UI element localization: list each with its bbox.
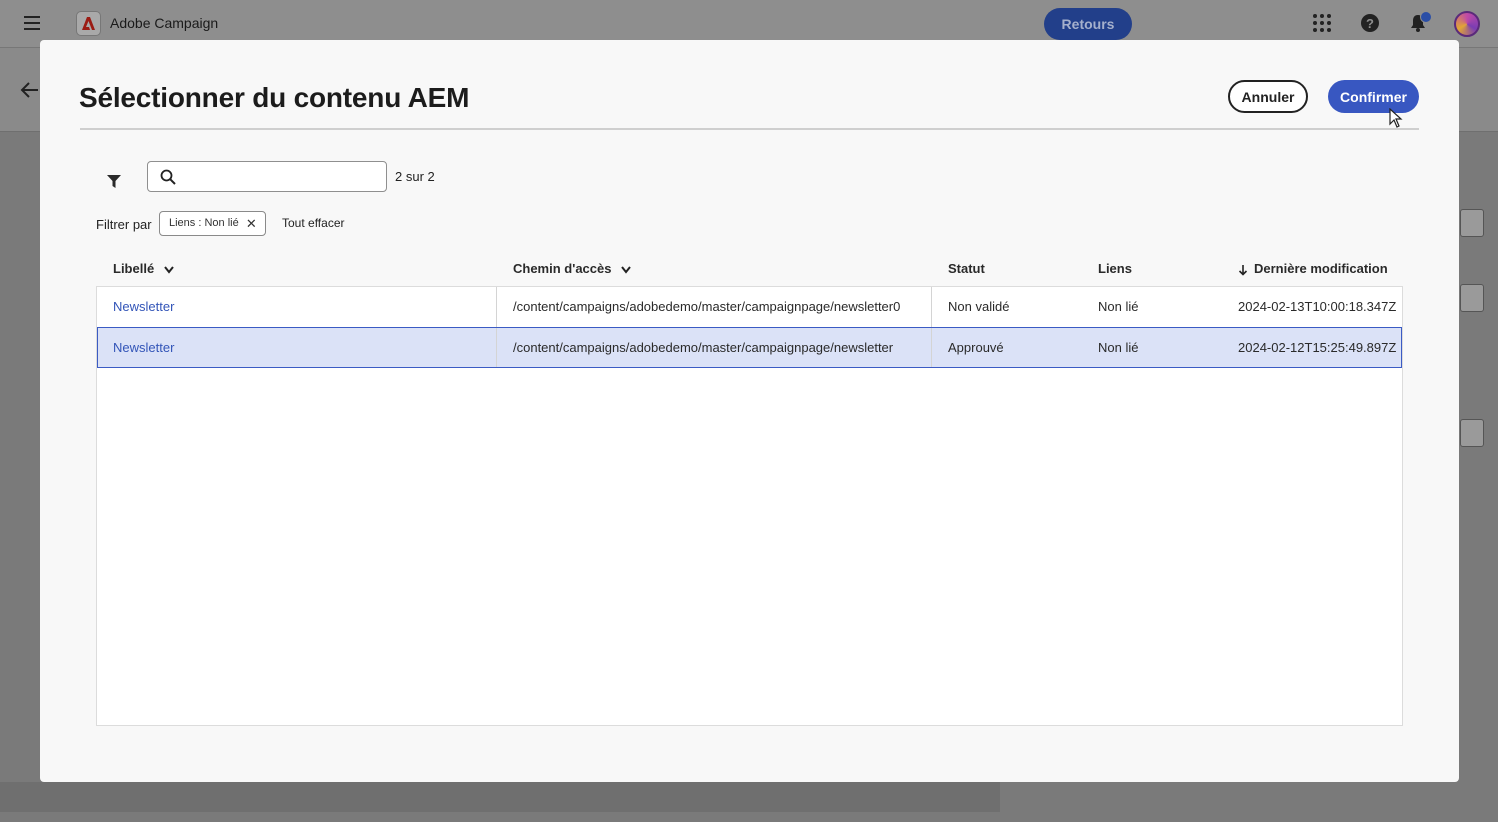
cell-status: Non validé: [948, 299, 1010, 314]
background-panel: [0, 782, 1000, 812]
header-divider: [80, 128, 1419, 130]
notification-badge: [1420, 11, 1432, 23]
column-divider: [931, 287, 932, 327]
contact-card-icon: [1460, 209, 1484, 237]
column-header-links: Liens: [1098, 261, 1132, 276]
cell-status: Approuvé: [948, 340, 1004, 355]
cell-modified: 2024-02-13T10:00:18.347Z: [1238, 299, 1397, 314]
dialog-title: Sélectionner du contenu AEM: [79, 82, 470, 113]
table-header: Libellé Chemin d'accès Statut Liens Dern…: [96, 254, 1403, 286]
back-arrow-icon[interactable]: [20, 81, 40, 104]
cell-path: /content/campaigns/adobedemo/master/camp…: [513, 340, 894, 355]
cell-modified: 2024-02-12T15:25:49.897Z: [1238, 340, 1397, 355]
sort-arrow-down-icon: [1238, 264, 1248, 276]
active-filter-label: Liens : Non lié: [169, 217, 239, 229]
cell-path: /content/campaigns/adobedemo/master/camp…: [513, 299, 901, 314]
search-field[interactable]: [147, 161, 387, 192]
column-divider: [931, 328, 932, 367]
clear-all-link[interactable]: Tout effacer: [282, 216, 344, 230]
column-divider: [496, 328, 497, 367]
cancel-button[interactable]: Annuler: [1228, 80, 1308, 113]
content-table: Newsletter /content/campaigns/adobedemo/…: [96, 286, 1403, 726]
close-icon[interactable]: ✕: [246, 212, 257, 235]
app-title: Adobe Campaign: [110, 15, 219, 31]
cell-label[interactable]: Newsletter: [113, 328, 174, 367]
contact-card-icon: [1460, 284, 1484, 312]
filter-icon[interactable]: [106, 173, 122, 194]
chevron-down-icon: [621, 265, 631, 274]
column-divider: [496, 287, 497, 327]
column-header-status: Statut: [948, 261, 985, 276]
cell-links: Non lié: [1098, 299, 1139, 314]
avatar[interactable]: [1454, 11, 1480, 37]
feedback-button[interactable]: Retours: [1044, 8, 1132, 40]
select-aem-content-dialog: Sélectionner du contenu AEM Annuler Conf…: [40, 40, 1459, 782]
filter-by-label: Filtrer par: [96, 217, 152, 232]
table-row-selected[interactable]: Newsletter /content/campaigns/adobedemo/…: [97, 327, 1402, 368]
search-input[interactable]: [184, 166, 379, 188]
search-icon: [160, 169, 176, 185]
column-header-modified[interactable]: Dernière modification: [1238, 261, 1388, 276]
menu-icon[interactable]: [24, 16, 40, 30]
active-filter-tag[interactable]: Liens : Non lié ✕: [159, 211, 266, 236]
adobe-logo-icon: [76, 11, 101, 36]
table-row[interactable]: Newsletter /content/campaigns/adobedemo/…: [97, 287, 1402, 328]
svg-text:?: ?: [1366, 16, 1374, 31]
confirm-button[interactable]: Confirmer: [1328, 80, 1419, 113]
cell-label[interactable]: Newsletter: [113, 287, 174, 327]
column-header-label[interactable]: Libellé: [113, 261, 174, 276]
chevron-down-icon: [164, 265, 174, 274]
apps-grid-icon[interactable]: [1312, 13, 1334, 35]
cell-links: Non lié: [1098, 340, 1139, 355]
column-header-path[interactable]: Chemin d'accès: [513, 261, 631, 276]
contact-card-icon: [1460, 419, 1484, 447]
help-icon[interactable]: ?: [1360, 13, 1382, 35]
result-count: 2 sur 2: [395, 169, 435, 184]
